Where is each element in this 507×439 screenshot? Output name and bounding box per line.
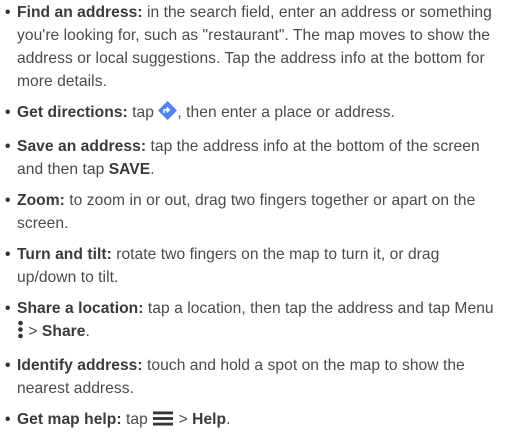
vertical-dots-menu-icon <box>17 320 24 346</box>
item-emphasis: SAVE <box>108 161 151 178</box>
hamburger-menu-icon <box>152 410 174 434</box>
item-emphasis: Help <box>192 411 227 428</box>
item-emphasis: Share <box>41 323 86 340</box>
list-item-share-location: Share a location: tap a location, then t… <box>5 297 501 346</box>
list-item-turn-tilt: Turn and tilt: rotate two fingers on the… <box>5 243 501 289</box>
list-item-find-address: Find an address: in the search field, en… <box>5 1 501 93</box>
list-item-map-help: Get map help: tap > Help. <box>5 408 501 434</box>
list-item-identify-address: Identify address: touch and hold a spot … <box>5 354 501 400</box>
item-term: Save an address: <box>17 138 147 155</box>
item-term: Zoom: <box>17 192 65 209</box>
item-separator: > <box>174 411 193 428</box>
item-text-end: . <box>85 323 90 340</box>
item-text-end: . <box>226 411 231 428</box>
item-text: tap a location, then tap the address and… <box>143 300 494 317</box>
item-term: Get map help: <box>17 411 122 428</box>
list-item-zoom: Zoom: to zoom in or out, drag two finger… <box>5 189 501 235</box>
item-term: Find an address: <box>17 4 143 21</box>
item-text-end: . <box>150 161 155 178</box>
item-text-before: tap <box>121 411 153 428</box>
tips-list: Find an address: in the search field, en… <box>0 0 501 434</box>
item-term: Share a location: <box>17 300 144 317</box>
item-text-before: tap <box>127 104 159 121</box>
item-term: Identify address: <box>17 357 143 374</box>
item-term: Get directions: <box>17 104 128 121</box>
item-text-after: , then enter a place or address. <box>177 104 395 121</box>
item-term: Turn and tilt: <box>17 246 112 263</box>
list-item-get-directions: Get directions: tap , then enter a place… <box>5 101 501 127</box>
item-text: to zoom in or out, drag two fingers toge… <box>17 192 476 232</box>
item-separator: > <box>24 323 42 340</box>
directions-diamond-icon <box>158 101 178 127</box>
list-item-save-address: Save an address: tap the address info at… <box>5 135 501 181</box>
